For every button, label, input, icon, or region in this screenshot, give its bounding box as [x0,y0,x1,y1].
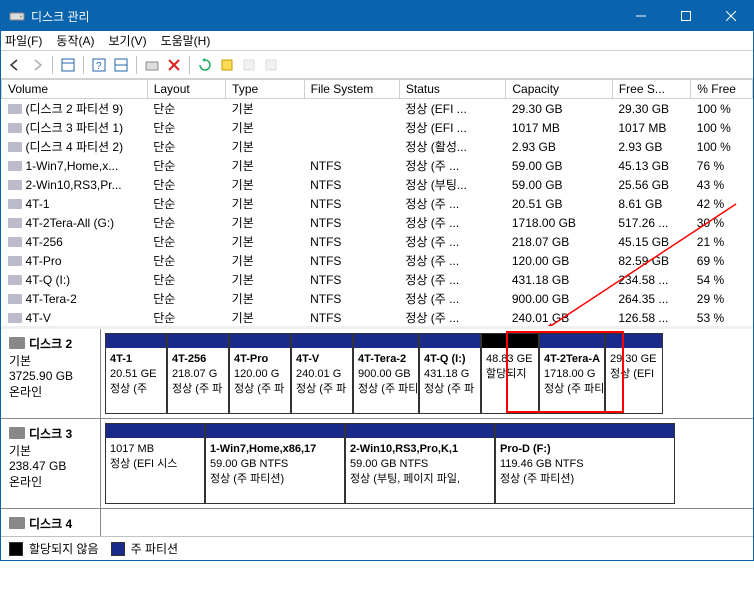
disk-info[interactable]: 디스크 3기본238.47 GB온라인 [1,419,101,508]
window-title: 디스크 관리 [31,8,618,25]
volume-icon [8,142,22,152]
partition[interactable]: 29.30 GE정상 (EFI [605,333,663,414]
legend: 할당되지 않음 주 파티션 [1,536,753,560]
volume-icon [8,313,22,323]
table-row[interactable]: 4T-256단순기본NTFS정상 (주 ...218.07 GB45.15 GB… [2,232,753,251]
svg-text:?: ? [96,61,102,72]
volume-icon [8,294,22,304]
col-capacity[interactable]: Capacity [506,80,612,99]
volume-icon [8,237,22,247]
disk-row: 디스크 4 [1,509,753,536]
volume-icon [8,256,22,266]
volume-list[interactable]: Volume Layout Type File System Status Ca… [1,79,753,329]
action2-icon[interactable] [261,55,281,75]
table-row[interactable]: (디스크 3 파티션 1)단순기본정상 (EFI ...1017 MB1017 … [2,118,753,137]
partition[interactable]: 4T-Pro120.00 G정상 (주 파 [229,333,291,414]
volume-icon [8,218,22,228]
disk-layout[interactable]: 디스크 2기본3725.90 GB온라인4T-120.51 GE정상 (주4T-… [1,329,753,536]
view2-icon[interactable] [111,55,131,75]
table-row[interactable]: 4T-Pro단순기본NTFS정상 (주 ...120.00 GB82.59 GB… [2,251,753,270]
table-row[interactable]: 4T-1단순기본NTFS정상 (주 ...20.51 GB8.61 GB42 % [2,194,753,213]
menu-file[interactable]: 파일(F) [5,32,42,49]
disk-row: 디스크 2기본3725.90 GB온라인4T-120.51 GE정상 (주4T-… [1,329,753,419]
partition[interactable]: 1-Win7,Home,x86,1759.00 GB NTFS정상 (주 파티션… [205,423,345,504]
view1-icon[interactable] [58,55,78,75]
partition[interactable]: 48.83 GE할당되지 [481,333,539,414]
menu-help[interactable]: 도움말(H) [161,32,211,49]
help-icon[interactable]: ? [89,55,109,75]
partition[interactable]: 2-Win10,RS3,Pro,K,159.00 GB NTFS정상 (부팅, … [345,423,495,504]
legend-unallocated-label: 할당되지 않음 [29,540,99,557]
disk-icon [9,427,25,439]
partition[interactable]: 1017 MB정상 (EFI 시스 [105,423,205,504]
table-row[interactable]: (디스크 2 파티션 9)단순기본정상 (EFI ...29.30 GB29.3… [2,99,753,119]
legend-unallocated-icon [9,542,23,556]
table-row[interactable]: (디스크 4 파티션 2)단순기본정상 (활성...2.93 GB2.93 GB… [2,137,753,156]
volume-icon [8,161,22,171]
volume-icon [8,275,22,285]
new-icon[interactable] [217,55,237,75]
col-layout[interactable]: Layout [147,80,225,99]
table-row[interactable]: 2-Win10,RS3,Pr...단순기본NTFS정상 (부팅...59.00 … [2,175,753,194]
table-row[interactable]: 4T-2Tera-All (G:)단순기본NTFS정상 (주 ...1718.0… [2,213,753,232]
delete-icon[interactable] [164,55,184,75]
disk-management-icon [9,8,25,24]
maximize-button[interactable] [663,1,708,31]
partition[interactable]: 4T-V240.01 G정상 (주 파 [291,333,353,414]
refresh-icon[interactable] [195,55,215,75]
action1-icon[interactable] [239,55,259,75]
forward-icon[interactable] [27,55,47,75]
col-volume[interactable]: Volume [2,80,148,99]
volume-icon [8,180,22,190]
minimize-button[interactable] [618,1,663,31]
volume-icon [8,123,22,133]
partition[interactable]: 4T-2Tera-A1718.00 G정상 (주 파티 [539,333,605,414]
partition[interactable]: Pro-D (F:)119.46 GB NTFS정상 (주 파티션) [495,423,675,504]
partition[interactable]: 4T-120.51 GE정상 (주 [105,333,167,414]
table-row[interactable]: 4T-Q (I:)단순기본NTFS정상 (주 ...431.18 GB234.5… [2,270,753,289]
col-free[interactable]: Free S... [612,80,690,99]
disk-icon [9,337,25,349]
properties-icon[interactable] [142,55,162,75]
disk-row: 디스크 3기본238.47 GB온라인1017 MB정상 (EFI 시스1-Wi… [1,419,753,509]
legend-primary-label: 주 파티션 [131,540,179,557]
disk-info[interactable]: 디스크 2기본3725.90 GB온라인 [1,329,101,418]
back-icon[interactable] [5,55,25,75]
col-type[interactable]: Type [226,80,304,99]
table-row[interactable]: 4T-V단순기본NTFS정상 (주 ...240.01 GB126.58 ...… [2,308,753,327]
volume-icon [8,199,22,209]
table-row[interactable]: 1-Win7,Home,x...단순기본NTFS정상 (주 ...59.00 G… [2,156,753,175]
table-row[interactable]: 4T-Tera-2단순기본NTFS정상 (주 ...900.00 GB264.3… [2,289,753,308]
disk-icon [9,517,25,529]
col-fs[interactable]: File System [304,80,399,99]
col-status[interactable]: Status [399,80,505,99]
menubar: 파일(F) 동작(A) 보기(V) 도움말(H) [1,31,753,51]
col-pctfree[interactable]: % Free [691,80,753,99]
volume-icon [8,104,22,114]
close-button[interactable] [708,1,753,31]
menu-action[interactable]: 동작(A) [56,32,94,49]
toolbar: ? [1,51,753,79]
menu-view[interactable]: 보기(V) [108,32,146,49]
legend-primary-icon [111,542,125,556]
partition[interactable]: 4T-Q (I:)431.18 G정상 (주 파 [419,333,481,414]
partition[interactable]: 4T-Tera-2900.00 GB정상 (주 파티 [353,333,419,414]
titlebar[interactable]: 디스크 관리 [1,1,753,31]
disk-info[interactable]: 디스크 4 [1,509,101,536]
partition[interactable]: 4T-256218.07 G정상 (주 파 [167,333,229,414]
